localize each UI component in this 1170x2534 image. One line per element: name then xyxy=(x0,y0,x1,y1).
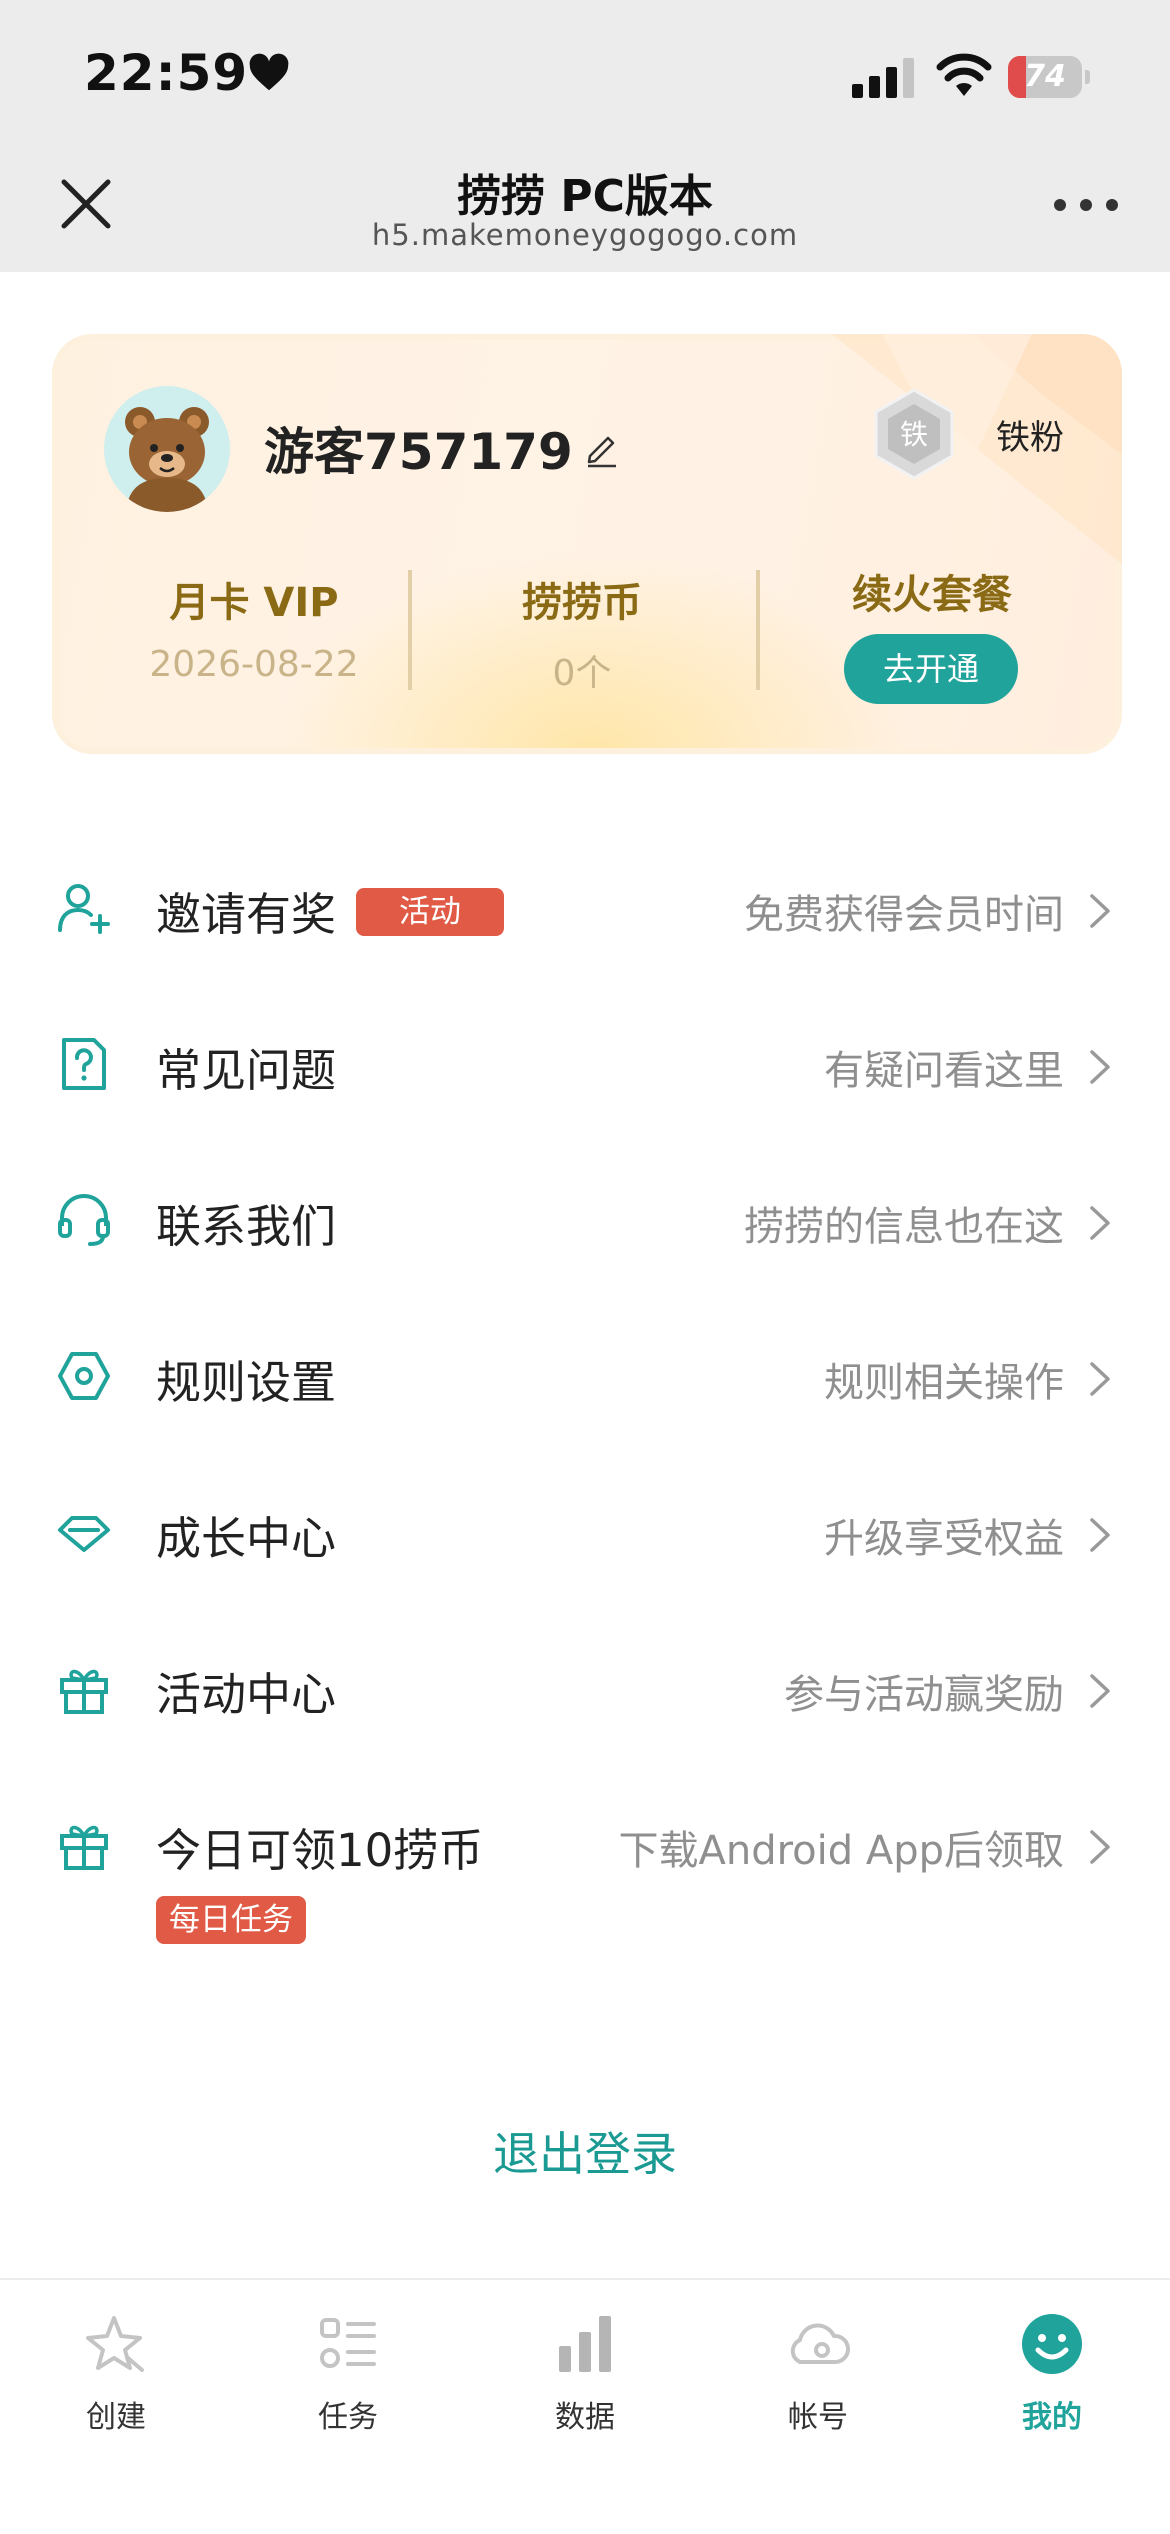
menu-label: 常见问题 xyxy=(156,1044,337,1097)
menu-item-growth[interactable]: 成长中心 升级享受权益 xyxy=(0,1456,1170,1612)
menu-hint: 参与活动赢奖励 xyxy=(784,1672,1064,1718)
cloud-icon xyxy=(790,2323,850,2364)
page-title: 捞捞 PC版本 xyxy=(457,171,713,222)
chevron-right-icon xyxy=(1090,1674,1110,1708)
gift-icon xyxy=(60,1669,108,1714)
task-list-icon xyxy=(320,2318,376,2368)
cellular-signal-icon xyxy=(852,58,914,98)
tab-account[interactable]: 帐号 xyxy=(738,2298,898,2438)
tab-data[interactable]: 数据 xyxy=(505,2298,665,2438)
menu-hint: 升级享受权益 xyxy=(824,1516,1064,1562)
menu-hint: 免费获得会员时间 xyxy=(744,892,1064,938)
logout-button[interactable]: 退出登录 xyxy=(0,2118,1170,2184)
profile-card: 游客757179 铁 铁粉 月卡 VIP 2026-08-22 捞捞币 0个 续… xyxy=(52,334,1122,754)
chevron-right-icon xyxy=(1090,1206,1110,1240)
gift-icon xyxy=(60,1825,108,1870)
help-document-icon xyxy=(62,1038,106,1090)
menu-hint: 规则相关操作 xyxy=(824,1360,1064,1406)
vip-label: 月卡 VIP xyxy=(169,580,339,626)
menu-hint: 有疑问看这里 xyxy=(824,1048,1064,1094)
renew-label: 续火套餐 xyxy=(852,572,1012,618)
tab-label: 数据 xyxy=(555,2400,615,2435)
user-add-icon xyxy=(58,884,110,934)
tab-tasks[interactable]: 任务 xyxy=(268,2298,428,2438)
menu-item-rules[interactable]: 规则设置 规则相关操作 xyxy=(0,1300,1170,1456)
bottom-tab-bar: 创建 任务 数据 帐号 我的 xyxy=(0,2278,1170,2534)
smile-icon xyxy=(1022,2314,1082,2374)
stat-divider xyxy=(408,570,412,690)
more-options-icon[interactable] xyxy=(1050,190,1122,220)
menu-label: 邀请有奖 xyxy=(156,888,337,941)
fan-level-label: 铁粉 xyxy=(996,418,1064,458)
menu-item-faq[interactable]: 常见问题 有疑问看这里 xyxy=(0,988,1170,1144)
menu-label: 规则设置 xyxy=(156,1356,337,1409)
menu-label: 今日可领10捞币 xyxy=(156,1824,484,1877)
heart-icon xyxy=(249,53,289,91)
tab-create[interactable]: 创建 xyxy=(36,2298,196,2438)
chevron-right-icon xyxy=(1090,1518,1110,1552)
menu-item-daily-coins[interactable]: 今日可领10捞币 每日任务 下载Android App后领取 xyxy=(0,1768,1170,1968)
menu-item-activities[interactable]: 活动中心 参与活动赢奖励 xyxy=(0,1612,1170,1768)
bar-chart-icon xyxy=(559,2316,611,2372)
coins-label: 捞捞币 xyxy=(522,580,642,626)
activity-tag: 活动 xyxy=(356,888,504,936)
page-url: h5.makemoneygogogo.com xyxy=(371,218,799,252)
menu-label: 成长中心 xyxy=(156,1512,337,1565)
stat-divider xyxy=(756,570,760,690)
tab-label: 帐号 xyxy=(788,2400,848,2435)
coins-value: 0个 xyxy=(552,653,612,694)
menu-hint: 捞捞的信息也在这 xyxy=(744,1204,1064,1250)
menu-item-invite[interactable]: 邀请有奖 活动 免费获得会员时间 xyxy=(0,832,1170,988)
chevron-right-icon xyxy=(1090,1050,1110,1084)
badge-char: 铁 xyxy=(900,418,928,451)
star-icon xyxy=(86,2316,144,2372)
status-time: 22:59 xyxy=(84,44,249,102)
wifi-icon xyxy=(936,53,992,96)
hexagon-settings-icon xyxy=(58,1352,110,1400)
headset-icon xyxy=(58,1194,110,1246)
menu-hint: 下载Android App后领取 xyxy=(618,1828,1064,1874)
vip-expiry: 2026-08-22 xyxy=(149,644,359,685)
activate-button[interactable]: 去开通 xyxy=(844,634,1018,704)
daily-task-tag: 每日任务 xyxy=(156,1896,306,1944)
tab-mine[interactable]: 我的 xyxy=(972,2298,1132,2438)
menu-label: 活动中心 xyxy=(156,1668,337,1721)
avatar[interactable] xyxy=(104,386,230,512)
tab-label: 我的 xyxy=(1022,2400,1082,2435)
tab-label: 创建 xyxy=(86,2400,146,2435)
battery-icon: 74 xyxy=(1008,56,1090,98)
chevron-right-icon xyxy=(1090,1830,1110,1864)
fan-level-badge[interactable]: 铁 xyxy=(864,384,964,484)
battery-level: 74 xyxy=(1024,59,1066,94)
chevron-right-icon xyxy=(1090,1362,1110,1396)
diamond-icon xyxy=(58,1516,110,1552)
edit-icon[interactable] xyxy=(582,428,622,468)
bear-avatar-icon xyxy=(125,407,209,512)
hexagon-badge-icon: 铁 xyxy=(874,388,954,480)
tab-label: 任务 xyxy=(318,2400,378,2435)
chevron-right-icon xyxy=(1090,894,1110,928)
username: 游客757179 xyxy=(264,423,573,481)
menu-item-contact[interactable]: 联系我们 捞捞的信息也在这 xyxy=(0,1144,1170,1300)
menu-label: 联系我们 xyxy=(156,1200,337,1253)
